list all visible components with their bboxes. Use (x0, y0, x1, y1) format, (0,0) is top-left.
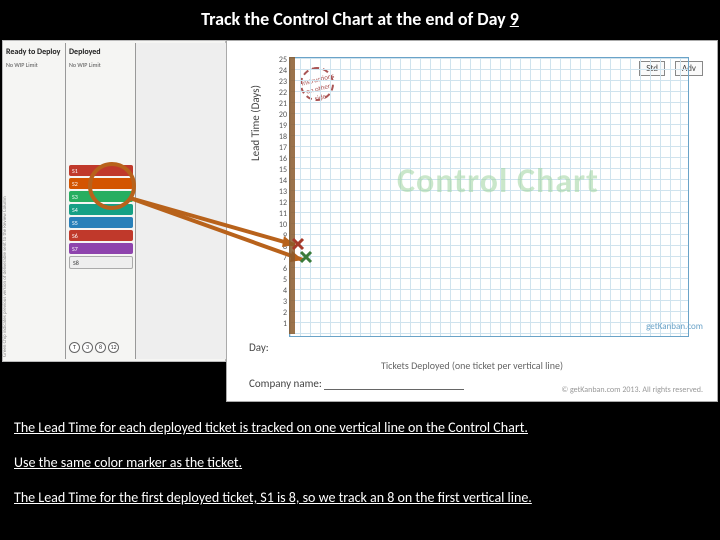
col-deployed-sub: No WIP Limit (66, 61, 136, 69)
col-deployed-head: Deployed (66, 43, 136, 61)
slide-title: Track the Control Chart at the end of Da… (0, 8, 720, 30)
ytick: 24 (273, 66, 287, 77)
ytick: 17 (273, 143, 287, 154)
card: S4 (69, 204, 133, 215)
kanban-board: Green Chip indicates previous version of… (2, 40, 226, 362)
ytick: 25 (273, 55, 287, 66)
note-line-2: Use the same color marker as the ticket. (14, 452, 706, 473)
kanban-col-deployed: Deployed No WIP Limit S1 S2 S3 S4 S5 S6 … (65, 43, 136, 359)
brand: getKanban.com (646, 321, 703, 332)
card: S5 (69, 217, 133, 228)
card: S2 (69, 178, 133, 189)
ytick: 8 (273, 242, 287, 253)
ytick: 16 (273, 154, 287, 165)
y-ticks: 25 24 23 22 21 20 19 18 17 16 15 14 13 1… (273, 55, 287, 330)
dot: 12 (108, 342, 119, 353)
watermark: Control Chart (397, 161, 599, 202)
x-axis-label: Tickets Deployed (one ticket per vertica… (227, 359, 717, 372)
ytick: 4 (273, 286, 287, 297)
ytick: 11 (273, 209, 287, 220)
ytick: 3 (273, 297, 287, 308)
kanban-col-ready: Ready to Deploy No WIP Limit (3, 43, 65, 359)
deployed-cards: S1 S2 S3 S4 S5 S6 S7 S8 (69, 163, 133, 271)
col-ready-sub: No WIP Limit (3, 61, 65, 69)
company-text: Company name: (249, 377, 322, 390)
dot: 3 (82, 342, 93, 353)
ytick: 1 (273, 319, 287, 330)
ytick: 21 (273, 99, 287, 110)
ytick: 9 (273, 231, 287, 242)
ytick: 10 (273, 220, 287, 231)
ytick: 7 (273, 253, 287, 264)
ytick: 22 (273, 88, 287, 99)
ytick: 23 (273, 77, 287, 88)
card: S8 (69, 256, 133, 269)
card: S3 (69, 191, 133, 202)
ytick: 12 (273, 198, 287, 209)
note-line-3: The Lead Time for the first deployed tic… (14, 487, 706, 508)
col-ready-head: Ready to Deploy (3, 43, 65, 61)
card: S1 (69, 165, 133, 176)
ytick: 15 (273, 165, 287, 176)
card: S7 (69, 243, 133, 254)
ytick: 6 (273, 264, 287, 275)
copyright: © getKanban.com 2013. All rights reserve… (561, 385, 703, 395)
ytick: 2 (273, 308, 287, 319)
ytick: 18 (273, 132, 287, 143)
y-axis-label: Lead Time (Days) (249, 85, 262, 161)
day-label: Day: (249, 341, 269, 354)
card: S6 (69, 230, 133, 241)
ytick: 13 (273, 187, 287, 198)
dot: T (69, 342, 80, 353)
slide: Track the Control Chart at the end of Da… (0, 0, 720, 540)
title-text: Track the Control Chart at the end of Da… (201, 8, 510, 30)
dot: 8 (95, 342, 106, 353)
title-day: 9 (510, 8, 519, 30)
counter-dots: T 3 8 12 (69, 342, 133, 353)
note-line-1: The Lead Time for each deployed ticket i… (14, 417, 706, 438)
company-label: Company name: (249, 377, 464, 390)
ytick: 14 (273, 176, 287, 187)
company-blank (324, 379, 464, 390)
ytick: 19 (273, 121, 287, 132)
kanban-col-blank (135, 43, 226, 359)
control-chart: Instructions on other side Std Adv Lead … (226, 40, 718, 402)
ytick: 20 (273, 110, 287, 121)
ytick: 5 (273, 275, 287, 286)
instruction-text: The Lead Time for each deployed ticket i… (14, 417, 706, 522)
